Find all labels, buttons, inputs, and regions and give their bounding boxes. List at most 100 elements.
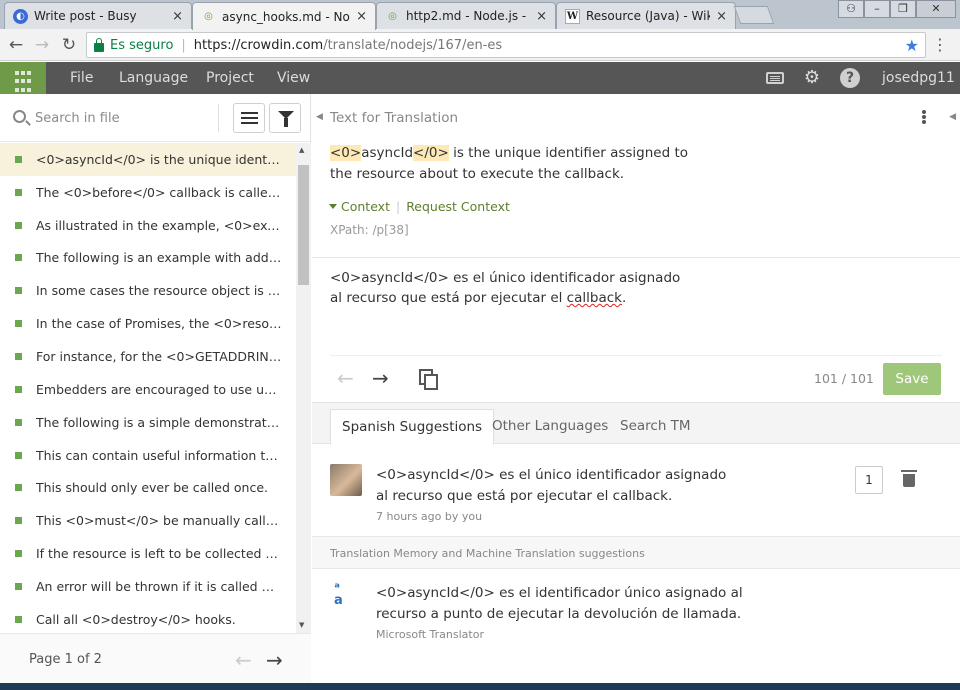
- close-tab-icon[interactable]: ×: [172, 9, 183, 24]
- context-toggle[interactable]: Context: [341, 199, 390, 214]
- list-item-text: If the resource is left to be collected …: [36, 546, 282, 562]
- close-tab-icon[interactable]: ×: [356, 9, 367, 24]
- browser-tab-busy[interactable]: ◐ Write post - Busy ×: [4, 2, 192, 29]
- wikipedia-icon: W: [565, 8, 580, 24]
- scrollbar[interactable]: ▲ ▼: [296, 143, 311, 633]
- forward-icon[interactable]: →: [31, 34, 53, 56]
- status-dot: [15, 221, 22, 229]
- url-field[interactable]: Es seguro | https://crowdin.com /transla…: [86, 32, 926, 58]
- status-dot: [15, 155, 22, 163]
- list-item[interactable]: If the resource is left to be collected …: [0, 537, 296, 570]
- tab-other-languages[interactable]: Other Languages: [481, 409, 619, 445]
- list-item[interactable]: The <0>before</0> callback is called jus…: [0, 176, 296, 209]
- bookmark-star-icon[interactable]: ★: [905, 36, 919, 55]
- avatar: [330, 464, 362, 496]
- page-label: Page 1 of 2: [29, 652, 102, 667]
- vote-count[interactable]: 1: [855, 466, 883, 494]
- scroll-down-icon[interactable]: ▼: [299, 621, 304, 629]
- url-path: /translate/nodejs/167/en-es: [323, 37, 503, 53]
- next-page-icon[interactable]: →: [266, 648, 283, 672]
- scroll-up-icon[interactable]: ▲: [299, 146, 304, 154]
- menu-file[interactable]: File: [70, 62, 93, 94]
- mt-suggestion-text[interactable]: <0>asyncId</0> es el identificador único…: [376, 583, 776, 625]
- search-input[interactable]: [35, 106, 210, 130]
- save-button[interactable]: Save: [883, 363, 941, 395]
- tab-search-tm[interactable]: Search TM: [609, 409, 702, 445]
- status-dot: [15, 451, 22, 459]
- list-item-text: In some cases the resource object is reu…: [36, 283, 282, 299]
- list-item[interactable]: An error will be thrown if it is called …: [0, 570, 296, 603]
- status-dot: [15, 188, 22, 196]
- username[interactable]: josedpg11: [882, 62, 955, 94]
- list-item[interactable]: The following is an example with additio…: [0, 242, 296, 275]
- strings-panel: <0>asyncId</0> is the unique identifier …: [0, 94, 311, 690]
- collapse-right-icon[interactable]: ◀: [949, 112, 956, 122]
- lock-icon: [94, 37, 104, 52]
- keyboard-icon[interactable]: [766, 72, 784, 84]
- minimize-icon[interactable]: –: [864, 0, 890, 18]
- list-item[interactable]: The following is a simple demonstration …: [0, 406, 296, 439]
- suggestion-text[interactable]: <0>asyncId</0> es el único identificador…: [376, 465, 736, 507]
- new-tab-button[interactable]: [733, 6, 775, 24]
- status-dot: [15, 582, 22, 590]
- list-item[interactable]: This should only ever be called once.: [0, 471, 296, 504]
- list-item-text: For instance, for the <0>GETADDRINFOREQW…: [36, 348, 282, 364]
- status-dot: [15, 550, 22, 558]
- filter-button[interactable]: [269, 103, 301, 133]
- caret-down-icon: [329, 204, 337, 209]
- list-view-button[interactable]: [233, 103, 265, 133]
- browser-tab-http2[interactable]: ◎ http2.md - Node.js - Crowdin ×: [376, 2, 556, 29]
- prev-page-icon[interactable]: ←: [235, 648, 252, 672]
- menu-view[interactable]: View: [277, 62, 310, 94]
- browser-tab-wikipedia[interactable]: W Resource (Java) - Wikipedia ×: [556, 2, 736, 29]
- taskbar: [0, 683, 960, 690]
- collapse-left-icon[interactable]: ◀: [316, 112, 323, 122]
- apps-grid-icon[interactable]: [0, 62, 46, 94]
- restore-icon[interactable]: ❐: [890, 0, 916, 18]
- browser-tab-async-hooks[interactable]: ◎ async_hooks.md - Node.js ×: [192, 2, 376, 30]
- editor-panel: ◀ Text for Translation ◀ <0>asyncId</0> …: [312, 94, 960, 690]
- reload-icon[interactable]: ↻: [58, 34, 80, 56]
- tm-header: Translation Memory and Machine Translati…: [312, 536, 960, 569]
- pager: Page 1 of 2 ← →: [0, 633, 311, 690]
- request-context-link[interactable]: Request Context: [406, 199, 510, 214]
- list-item[interactable]: In some cases the resource object is reu…: [0, 274, 296, 307]
- menu-project[interactable]: Project: [206, 62, 254, 94]
- crowdin-icon: ◎: [204, 11, 213, 22]
- list-item[interactable]: This can contain useful information that…: [0, 439, 296, 472]
- list-item[interactable]: This <0>must</0> be manually called.: [0, 504, 296, 537]
- trash-icon[interactable]: [901, 470, 917, 487]
- status-dot: [15, 418, 22, 426]
- list-item[interactable]: <0>asyncId</0> is the unique identifier …: [0, 143, 296, 176]
- close-window-icon[interactable]: ✕: [916, 0, 956, 18]
- copy-source-icon[interactable]: [419, 369, 438, 390]
- list-item-text: The <0>before</0> callback is called jus…: [36, 184, 282, 200]
- list-item-text: The following is an example with additio…: [36, 250, 282, 266]
- search-row: [0, 94, 311, 142]
- status-dot: [15, 517, 22, 525]
- list-item-text: The following is a simple demonstration …: [36, 414, 282, 430]
- back-icon[interactable]: ←: [5, 34, 27, 56]
- close-tab-icon[interactable]: ×: [536, 9, 547, 24]
- tab-spanish-suggestions[interactable]: Spanish Suggestions: [330, 409, 495, 445]
- busy-icon: ◐: [13, 8, 28, 24]
- list-item[interactable]: Embedders are encouraged to use unique p…: [0, 373, 296, 406]
- gear-icon[interactable]: ⚙: [802, 68, 822, 88]
- close-tab-icon[interactable]: ×: [716, 9, 727, 24]
- help-icon[interactable]: ?: [840, 68, 860, 88]
- browser-menu-icon[interactable]: ⋮: [932, 35, 948, 54]
- list-item[interactable]: For instance, for the <0>GETADDRINFOREQW…: [0, 340, 296, 373]
- menu-language[interactable]: Language: [119, 62, 188, 94]
- previous-string-icon[interactable]: ←: [337, 366, 354, 390]
- more-options-icon[interactable]: [922, 110, 926, 114]
- section-title: Text for Translation: [330, 110, 459, 126]
- scrollbar-thumb[interactable]: [298, 165, 309, 285]
- list-item[interactable]: As illustrated in the example, <0>execut…: [0, 209, 296, 242]
- list-item[interactable]: In the case of Promises, the <0>resource…: [0, 307, 296, 340]
- translation-textarea[interactable]: <0>asyncId</0> es el único identificador…: [330, 268, 690, 308]
- next-string-icon[interactable]: →: [372, 366, 389, 390]
- app-header: File Language Project View ⚙ ? josedpg11: [0, 62, 960, 94]
- list-item[interactable]: Call all <0>destroy</0> hooks.: [0, 603, 296, 633]
- list-item-text: This <0>must</0> be manually called.: [36, 513, 282, 529]
- profile-icon[interactable]: ⚇: [838, 0, 864, 18]
